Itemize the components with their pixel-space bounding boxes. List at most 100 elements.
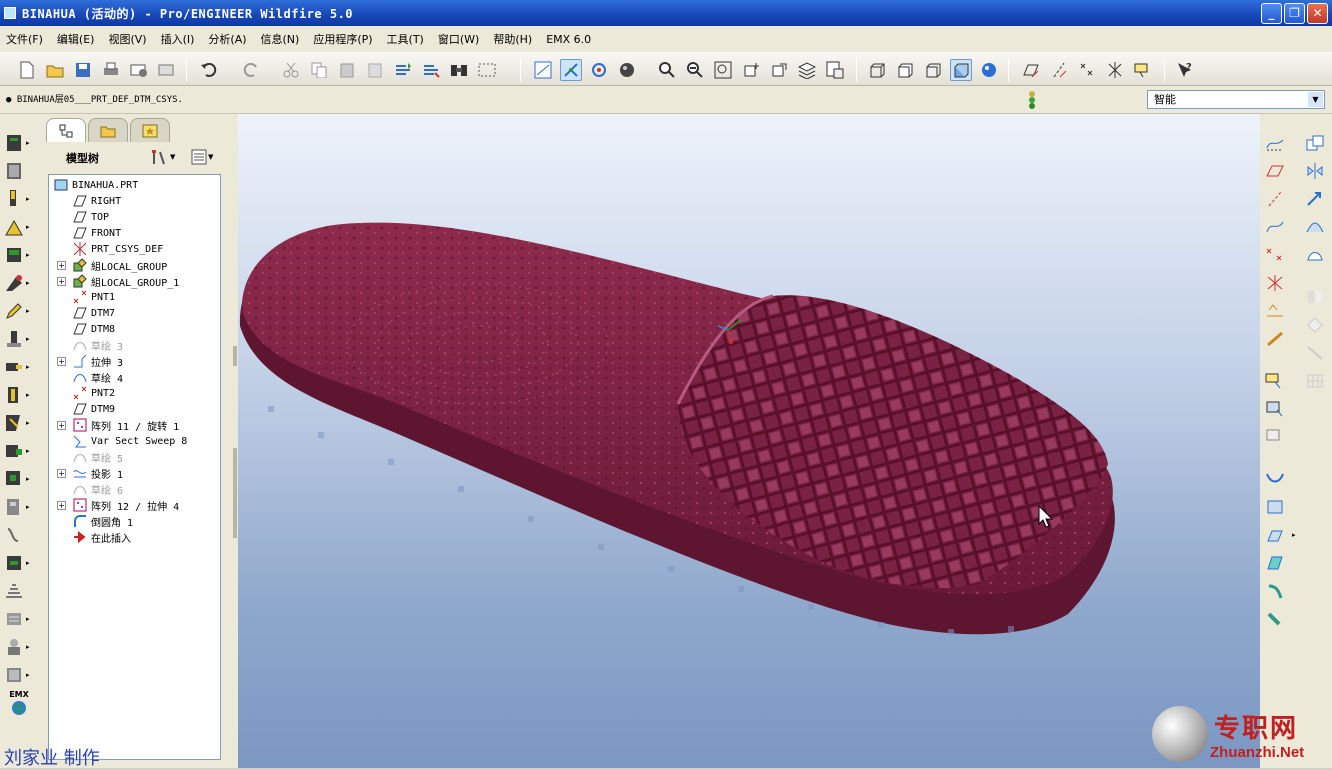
sweep-tool-button[interactable]: ▸ [4, 382, 34, 408]
thicken-tool-button[interactable] [4, 578, 34, 604]
tree-node-projection-1[interactable]: + 投影 1 [57, 465, 123, 481]
hole-tool-button[interactable]: ▸ [4, 130, 34, 156]
expand-toggle[interactable]: + [57, 500, 66, 510]
menu-help[interactable]: 帮助(H) [493, 31, 532, 47]
tree-node-sketch-6[interactable]: 草绘 6 [73, 481, 123, 497]
menu-analysis[interactable]: 分析(A) [208, 31, 246, 47]
zoom-in-icon[interactable] [656, 59, 678, 81]
tree-node-part[interactable]: BINAHUA.PRT [54, 177, 138, 193]
fill-tool-icon[interactable] [1264, 496, 1286, 518]
tree-node-right[interactable]: RIGHT [73, 193, 121, 209]
freeform-tool-icon[interactable] [1264, 552, 1286, 574]
annotation-tool-icon[interactable] [1264, 370, 1286, 392]
send-mail-icon[interactable] [128, 59, 150, 81]
expand-toggle[interactable]: + [57, 356, 66, 366]
tree-node-dtm7[interactable]: DTM7 [73, 305, 115, 321]
note-tool-icon[interactable] [1264, 398, 1286, 420]
move-geometry-icon[interactable] [1304, 188, 1326, 210]
expand-toggle[interactable]: + [57, 260, 66, 270]
tree-node-extrude-3[interactable]: + 拉伸 3 [57, 353, 123, 369]
tree-node-pnt2[interactable]: PNT2 [73, 385, 115, 401]
round-tool-button[interactable]: ▸ [4, 242, 34, 268]
extend-surface-icon[interactable] [1304, 342, 1326, 364]
tree-node-sketch-3[interactable]: 草绘 3 [73, 337, 123, 353]
zoom-out-icon[interactable] [684, 59, 706, 81]
blend-tool-button[interactable]: ▸ [4, 410, 34, 436]
close-button[interactable]: ✕ [1307, 3, 1328, 24]
open-folder-icon[interactable] [44, 59, 66, 81]
wireframe-icon[interactable] [866, 59, 888, 81]
enhanced-realism-icon[interactable] [978, 59, 1000, 81]
view-manager-icon[interactable] [824, 59, 846, 81]
tree-node-csys[interactable]: PRT_CSYS_DEF [73, 241, 163, 257]
spin-center-icon[interactable] [560, 59, 582, 81]
tab-favorites[interactable] [130, 118, 170, 142]
grid-surface-icon[interactable] [1304, 370, 1326, 392]
tree-node-top[interactable]: TOP [73, 209, 109, 225]
cut-icon[interactable] [280, 59, 302, 81]
wrap-tool-icon[interactable] [1264, 608, 1286, 630]
chevron-down-icon[interactable]: ▼ [1308, 92, 1323, 107]
send-link-icon[interactable] [156, 59, 178, 81]
csys-toggle-icon[interactable] [1104, 59, 1126, 81]
trim-tool-button[interactable] [4, 522, 34, 548]
mirror-tool-button[interactable]: ▸ [4, 466, 34, 492]
datum-axis-tool-icon[interactable] [1264, 188, 1286, 210]
orient-mode-icon[interactable] [588, 59, 610, 81]
tree-node-sketch-4[interactable]: 草绘 4 [73, 369, 123, 385]
menu-window[interactable]: 窗口(W) [438, 31, 479, 47]
shell-tool-button[interactable] [4, 158, 34, 184]
tree-node-local-group[interactable]: + 組LOCAL_GROUP [57, 257, 167, 273]
paste-special-icon[interactable] [364, 59, 386, 81]
undo-icon[interactable] [198, 59, 220, 81]
tree-node-local-group-1[interactable]: + 組LOCAL_GROUP_1 [57, 273, 179, 289]
toolkit-tool-button[interactable]: ▸ [4, 662, 34, 688]
tree-node-sketch-5[interactable]: 草绘 5 [73, 449, 123, 465]
tab-folder-browser[interactable] [88, 118, 128, 142]
tree-node-insert-here[interactable]: 在此插入 [73, 529, 131, 545]
selection-filter-select[interactable]: 智能 ▼ [1147, 90, 1325, 109]
paste-icon[interactable] [336, 59, 358, 81]
shaded-icon[interactable] [950, 59, 972, 81]
surface-tool-icon[interactable] [1304, 216, 1326, 238]
csys-tool-icon[interactable] [1264, 272, 1286, 294]
layers-icon[interactable] [796, 59, 818, 81]
saved-views-icon[interactable] [768, 59, 790, 81]
offset-tool-button[interactable]: ▸ [4, 550, 34, 576]
datum-points-toggle-icon[interactable] [1076, 59, 1098, 81]
emx-globe-button[interactable]: EMX [4, 690, 34, 720]
datum-curve-tool-icon[interactable] [1264, 216, 1286, 238]
menu-tools[interactable]: 工具(T) [387, 31, 424, 47]
tree-node-dtm9[interactable]: DTM9 [73, 401, 115, 417]
tree-node-round-1[interactable]: 倒圆角 1 [73, 513, 133, 529]
extrude-tool-button[interactable]: ▸ [4, 326, 34, 352]
annotation-toggle-icon[interactable] [1132, 59, 1154, 81]
bound-surface-icon[interactable] [1304, 244, 1326, 266]
tree-node-var-sect-sweep[interactable]: Var Sect Sweep 8 [73, 433, 187, 449]
rib-tool-button[interactable]: ▸ [4, 186, 34, 212]
new-file-icon[interactable] [16, 59, 38, 81]
shading-sphere-icon[interactable] [616, 59, 638, 81]
find-icon[interactable] [448, 59, 470, 81]
expand-toggle[interactable]: + [57, 276, 66, 286]
print-icon[interactable] [100, 59, 122, 81]
split-surface-icon[interactable] [1304, 286, 1326, 308]
expand-toggle[interactable]: + [57, 420, 66, 430]
no-hidden-icon[interactable] [922, 59, 944, 81]
tree-show-button[interactable]: ▼ [190, 148, 213, 166]
minimize-button[interactable]: _ [1261, 3, 1282, 24]
copy-icon[interactable] [308, 59, 330, 81]
reorient-icon[interactable] [740, 59, 762, 81]
tree-node-pattern-11[interactable]: + 阵列 11 / 旋转 1 [57, 417, 179, 433]
datum-plane-tool-icon[interactable] [1264, 160, 1286, 182]
context-help-icon[interactable]: ? [1174, 59, 1196, 81]
merge-tool-button[interactable]: ▸ [4, 494, 34, 520]
redo-icon[interactable] [240, 59, 262, 81]
menu-applications[interactable]: 应用程序(P) [313, 31, 372, 47]
regenerate-icon[interactable] [392, 59, 414, 81]
menu-file[interactable]: 文件(F) [6, 31, 43, 47]
style-tool-icon[interactable]: ▸ [1264, 524, 1296, 546]
warp-tool-button[interactable]: ▸ [4, 634, 34, 660]
regen-manager-icon[interactable] [420, 59, 442, 81]
datum-axes-toggle-icon[interactable] [1048, 59, 1070, 81]
